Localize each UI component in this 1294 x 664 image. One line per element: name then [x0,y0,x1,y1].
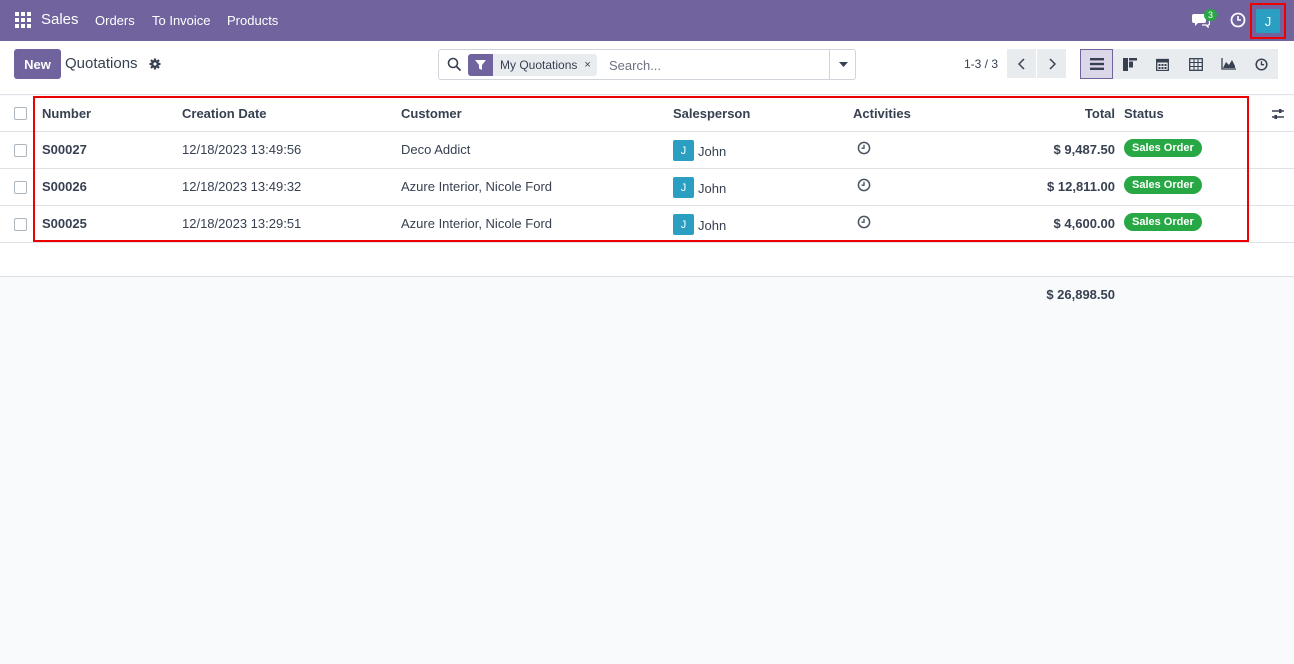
page-title: Quotations [65,55,138,72]
activity-view-icon [1255,57,1268,71]
search-options-toggle[interactable] [829,50,856,79]
column-total[interactable]: Total [1000,106,1115,121]
top-navbar: Sales Orders To Invoice Products 3 J [0,0,1294,41]
row-checkbox[interactable] [14,144,27,157]
salesperson-avatar: J [673,214,694,235]
pager-value[interactable]: 1-3 / 3 [964,57,998,71]
calendar-view-button[interactable] [1146,49,1179,79]
column-status[interactable]: Status [1124,106,1164,121]
cell-customer: Deco Addict [401,142,471,157]
cell-creation-date: 12/18/2023 13:49:56 [182,142,302,157]
status-badge: Sales Order [1124,176,1202,194]
empty-row [0,243,1294,277]
status-badge: Sales Order [1124,213,1202,231]
graph-view-icon [1221,58,1236,70]
column-salesperson[interactable]: Salesperson [673,106,750,121]
pivot-view-icon [1188,57,1203,71]
table-row[interactable]: S00025 12/18/2023 13:29:51 Azure Interio… [0,206,1294,243]
table-row[interactable]: S00026 12/18/2023 13:49:32 Azure Interio… [0,169,1294,206]
cell-creation-date: 12/18/2023 13:29:51 [182,216,302,231]
search-input[interactable] [609,55,824,75]
cell-salesperson: John [698,181,727,196]
cell-number: S00027 [42,142,87,157]
pager-next-button[interactable] [1037,49,1066,78]
control-panel: New Quotations My Quotations × 1-3 / 3 [0,41,1294,95]
filter-icon [468,54,493,76]
cell-number: S00025 [42,216,87,231]
grand-total: $ 26,898.50 [1046,287,1115,302]
salesperson-avatar: J [673,140,694,161]
column-activities[interactable]: Activities [853,106,911,121]
activity-clock-icon[interactable] [857,215,871,229]
facet-remove-icon[interactable]: × [584,59,596,71]
activity-clock-icon[interactable] [857,178,871,192]
graph-view-button[interactable] [1212,49,1245,79]
activity-clock-icon[interactable] [857,141,871,155]
chevron-left-icon [1017,57,1025,70]
menu-orders[interactable]: Orders [95,13,135,28]
cell-salesperson: John [698,144,727,159]
column-number[interactable]: Number [42,106,91,121]
new-button[interactable]: New [14,49,61,79]
facet-label: My Quotations [500,58,578,72]
app-brand[interactable]: Sales [41,11,79,28]
kanban-view-icon [1122,57,1137,71]
cell-creation-date: 12/18/2023 13:49:32 [182,179,302,194]
gear-icon[interactable] [149,58,161,70]
cell-total: $ 12,811.00 [1047,179,1115,194]
cell-total: $ 9,487.50 [1053,142,1115,157]
activity-view-button[interactable] [1245,49,1278,79]
user-avatar[interactable]: J [1256,9,1280,33]
cell-number: S00026 [42,179,87,194]
cell-total: $ 4,600.00 [1053,216,1115,231]
status-badge: Sales Order [1124,139,1202,157]
activities-clock-icon[interactable] [1230,12,1246,28]
cell-customer: Azure Interior, Nicole Ford [401,179,553,194]
menu-to-invoice[interactable]: To Invoice [152,13,211,28]
search-facet: My Quotations × [468,54,597,76]
table-row[interactable]: S00027 12/18/2023 13:49:56 Deco Addict J… [0,132,1294,169]
pivot-view-button[interactable] [1179,49,1212,79]
pager-previous-button[interactable] [1007,49,1036,78]
row-checkbox[interactable] [14,181,27,194]
search-icon[interactable] [447,57,462,72]
table-header: Number Creation Date Customer Salesperso… [0,96,1294,132]
salesperson-avatar: J [673,177,694,198]
messages-badge: 3 [1204,9,1218,21]
column-customer[interactable]: Customer [401,106,462,121]
list-view-button[interactable] [1080,49,1113,79]
optional-columns-icon[interactable] [1271,107,1285,121]
chevron-right-icon [1048,57,1056,70]
cell-customer: Azure Interior, Nicole Ford [401,216,553,231]
row-checkbox[interactable] [14,218,27,231]
calendar-view-icon [1156,58,1169,71]
caret-down-icon [838,61,848,67]
column-creation-date[interactable]: Creation Date [182,106,267,121]
kanban-view-button[interactable] [1113,49,1146,79]
app-menu-icon[interactable] [15,12,31,28]
search-bar: My Quotations × [438,49,856,80]
select-all-checkbox[interactable] [14,107,27,120]
list-view-icon [1089,58,1104,70]
cell-salesperson: John [698,218,727,233]
menu-products[interactable]: Products [227,13,278,28]
